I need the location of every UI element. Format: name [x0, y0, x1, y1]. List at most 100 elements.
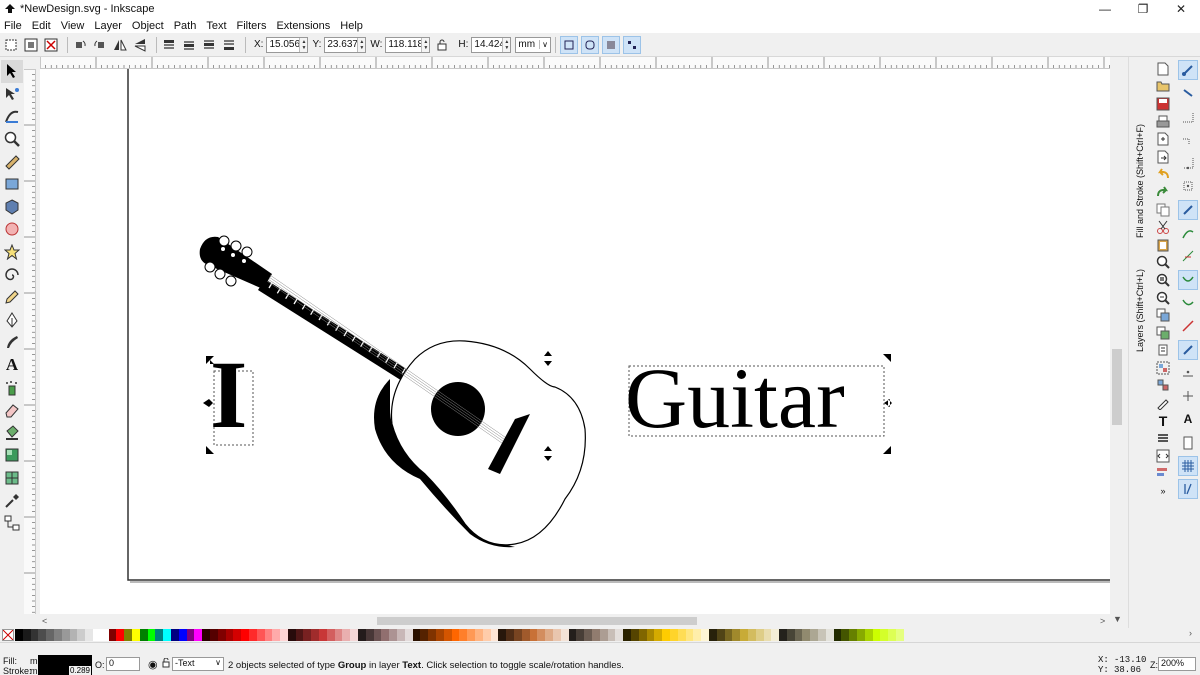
color-swatch[interactable] — [552, 629, 561, 641]
pen-tool-icon[interactable] — [1, 309, 23, 332]
pencil-tool-icon[interactable] — [1, 286, 23, 309]
zoom-input[interactable]: 200% — [1158, 657, 1196, 671]
ungroup-icon[interactable] — [1153, 377, 1173, 395]
redo-icon[interactable] — [1153, 183, 1173, 201]
swatch-strip[interactable] — [15, 629, 904, 641]
spray-tool-icon[interactable] — [1, 376, 23, 399]
rotate-ccw-icon[interactable] — [72, 37, 88, 53]
color-swatch[interactable] — [116, 629, 125, 641]
duplicate-icon[interactable] — [1153, 306, 1173, 324]
snap-bbox-center-icon[interactable] — [1178, 176, 1198, 196]
lower-icon[interactable] — [201, 37, 217, 53]
color-swatch[interactable] — [630, 629, 639, 641]
move-patterns-toggle[interactable] — [622, 35, 641, 54]
color-swatch[interactable] — [139, 629, 148, 641]
color-swatch[interactable] — [646, 629, 655, 641]
text-tool-icon[interactable]: A — [1, 354, 23, 377]
color-swatch[interactable] — [880, 629, 889, 641]
star-tool-icon[interactable] — [1, 241, 23, 264]
flip-vertical-icon[interactable] — [132, 37, 148, 53]
spiral-tool-icon[interactable] — [1, 263, 23, 286]
text-font-dialog-icon[interactable]: T — [1153, 412, 1173, 430]
scale-stroke-toggle[interactable] — [559, 35, 578, 54]
color-swatch[interactable] — [779, 629, 787, 641]
select-all-icon[interactable] — [3, 37, 19, 53]
horizontal-scrollbar[interactable]: < > — [40, 614, 1110, 628]
color-swatch[interactable] — [607, 629, 616, 641]
color-swatch[interactable] — [280, 629, 288, 641]
color-swatch[interactable] — [389, 629, 398, 641]
color-swatch[interactable] — [38, 629, 47, 641]
eraser-tool-icon[interactable] — [1, 399, 23, 422]
deselect-icon[interactable] — [43, 37, 59, 53]
color-swatch[interactable] — [248, 629, 257, 641]
menu-file[interactable]: File — [4, 20, 22, 32]
select-all-layers-icon[interactable] — [23, 37, 39, 53]
new-document-icon[interactable] — [1153, 60, 1173, 78]
more-commands-icon[interactable]: » — [1153, 482, 1173, 500]
color-swatch[interactable] — [833, 629, 842, 641]
menu-layer[interactable]: Layer — [94, 20, 122, 32]
raise-to-top-icon[interactable] — [161, 37, 177, 53]
color-swatch[interactable] — [342, 629, 351, 641]
color-swatch[interactable] — [178, 629, 187, 641]
color-swatch[interactable] — [560, 629, 569, 641]
color-swatch[interactable] — [202, 629, 210, 641]
snap-bbox-icon[interactable] — [1178, 83, 1198, 103]
snap-page-border-icon[interactable] — [1178, 433, 1198, 453]
color-swatch[interactable] — [428, 629, 437, 641]
snap-line-midpoints-icon[interactable] — [1178, 316, 1198, 336]
snap-smooth-nodes-icon[interactable] — [1178, 293, 1198, 313]
color-swatch[interactable] — [381, 629, 390, 641]
snap-cusp-nodes-icon[interactable] — [1178, 269, 1198, 290]
measure-tool-icon[interactable] — [1, 150, 23, 173]
color-swatch[interactable] — [786, 629, 795, 641]
fill-stroke-dialog-icon[interactable] — [1153, 394, 1173, 412]
color-swatch[interactable] — [685, 629, 694, 641]
color-swatch[interactable] — [319, 629, 327, 641]
cut-icon[interactable] — [1153, 218, 1173, 236]
color-swatch[interactable] — [693, 629, 702, 641]
canvas-text-guitar[interactable]: Guitar — [625, 355, 845, 441]
color-swatch[interactable] — [124, 629, 132, 641]
color-swatch[interactable] — [397, 629, 405, 641]
color-swatch[interactable] — [451, 629, 460, 641]
color-swatch[interactable] — [623, 629, 631, 641]
color-swatch[interactable] — [896, 629, 904, 641]
color-swatch[interactable] — [724, 629, 733, 641]
print-icon[interactable] — [1153, 113, 1173, 131]
color-swatch[interactable] — [287, 629, 296, 641]
menu-view[interactable]: View — [61, 20, 85, 32]
tweak-tool-icon[interactable] — [1, 105, 23, 128]
menu-help[interactable]: Help — [340, 20, 363, 32]
color-swatch[interactable] — [849, 629, 858, 641]
opacity-input[interactable]: 0 — [106, 657, 140, 671]
color-swatch[interactable] — [747, 629, 756, 641]
scroll-right-arrow-icon[interactable]: > — [1100, 616, 1105, 626]
zoom-page-icon[interactable] — [1153, 289, 1173, 307]
fill-and-stroke-tab[interactable]: Fill and Stroke (Shift+Ctrl+F) — [1132, 63, 1148, 238]
color-swatch[interactable] — [15, 629, 23, 641]
guitar-drawing[interactable] — [199, 235, 586, 548]
snap-object-midpoints-icon[interactable] — [1178, 363, 1198, 383]
color-swatch[interactable] — [77, 629, 86, 641]
node-tool-icon[interactable] — [1, 83, 23, 106]
snap-paths-icon[interactable] — [1178, 223, 1198, 243]
color-swatch[interactable] — [233, 629, 242, 641]
layers-tab[interactable]: Layers (Shift+Ctrl+L) — [1132, 247, 1148, 352]
3d-box-tool-icon[interactable] — [1, 196, 23, 219]
rectangle-tool-icon[interactable] — [1, 173, 23, 196]
menu-edit[interactable]: Edit — [32, 20, 51, 32]
color-swatch[interactable] — [888, 629, 897, 641]
color-swatch[interactable] — [825, 629, 834, 641]
rotate-cw-icon[interactable] — [92, 37, 108, 53]
export-icon[interactable] — [1153, 148, 1173, 166]
zoom-selection-icon[interactable] — [1153, 254, 1173, 272]
color-swatch[interactable] — [256, 629, 265, 641]
palette-menu-icon[interactable]: › — [1189, 628, 1192, 638]
color-swatch[interactable] — [732, 629, 741, 641]
color-swatch[interactable] — [755, 629, 764, 641]
scroll-left-arrow-icon[interactable]: < — [42, 616, 47, 626]
color-swatch[interactable] — [638, 629, 647, 641]
color-swatch[interactable] — [443, 629, 452, 641]
